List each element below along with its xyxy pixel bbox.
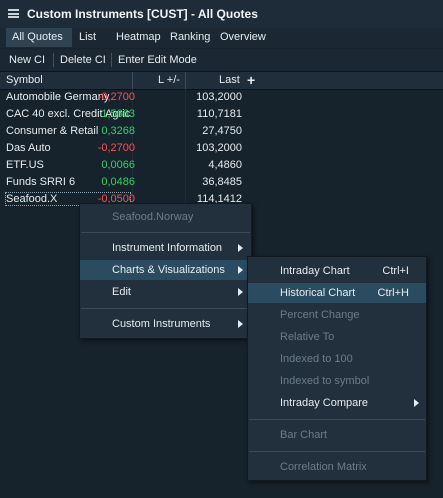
menu-item-bar-chart: Bar Chart <box>280 429 328 441</box>
change-cell: 0,0486 <box>101 176 135 188</box>
delete-ci-button[interactable]: Delete CI <box>60 53 106 67</box>
table-row[interactable]: ETF.US 0,0066 4,4860 <box>0 157 245 174</box>
edit-mode-button[interactable]: Enter Edit Mode <box>118 53 197 67</box>
toolbar-divider <box>111 53 112 67</box>
table-row[interactable]: Funds SRRI 6 0,0486 36,8485 <box>0 174 245 191</box>
context-menu: Seafood.Norway Instrument Information Ch… <box>79 203 252 339</box>
menu-item-intraday-chart[interactable]: Intraday Chart Ctrl+I <box>248 261 426 281</box>
last-price-cell: 27,4750 <box>202 125 242 137</box>
column-header-symbol[interactable]: Symbol <box>6 74 43 86</box>
window-title: Custom Instruments [CUST] - All Quotes <box>27 7 258 21</box>
table-row[interactable]: Consumer & Retail 0,3268 27,4750 <box>0 123 245 140</box>
tab-heatmap[interactable]: Heatmap <box>116 28 161 47</box>
chevron-right-icon <box>238 288 243 296</box>
column-header-change[interactable]: L +/- <box>158 74 180 86</box>
chevron-right-icon <box>414 399 419 407</box>
charts-submenu: Intraday Chart Ctrl+I Historical Chart C… <box>247 256 427 481</box>
menu-item-percent-change: Percent Change <box>280 309 360 321</box>
toolbar: New CI Delete CI Enter Edit Mode <box>0 49 443 72</box>
menu-divider <box>81 232 250 233</box>
change-cell: 0,3268 <box>101 125 135 137</box>
menu-item-instrument-information[interactable]: Instrument Information <box>80 238 251 258</box>
menu-item-edit[interactable]: Edit <box>80 282 251 302</box>
last-price-cell: 110,7181 <box>196 108 242 120</box>
column-divider[interactable] <box>132 72 133 89</box>
chevron-right-icon <box>238 320 243 328</box>
menu-item-intraday-compare[interactable]: Intraday Compare <box>248 393 426 413</box>
shortcut-label: Ctrl+H <box>377 287 409 299</box>
toolbar-divider <box>53 53 54 67</box>
table-row[interactable]: CAC 40 excl. Credit Agricole 1,5663 110,… <box>0 106 245 123</box>
last-price-cell: 103,2000 <box>196 142 242 154</box>
menu-item-relative-to: Relative To <box>280 331 335 343</box>
new-ci-button[interactable]: New CI <box>9 53 45 67</box>
last-price-cell: 4,4860 <box>208 159 242 171</box>
table-row[interactable]: Automobile Germany -0,2700 103,2000 <box>0 89 245 106</box>
change-cell: -0,2700 <box>97 91 135 103</box>
tab-ranking[interactable]: Ranking <box>170 28 210 47</box>
menu-divider <box>249 419 425 420</box>
change-cell: -0,2700 <box>97 142 135 154</box>
last-price-cell: 103,2000 <box>196 91 242 103</box>
column-header-last[interactable]: Last <box>219 74 240 86</box>
menu-item-historical-chart[interactable]: Historical Chart Ctrl+H <box>248 283 426 303</box>
menu-divider <box>249 451 425 452</box>
chevron-right-icon <box>238 266 243 274</box>
menu-item-indexed-to-100: Indexed to 100 <box>280 353 353 365</box>
add-column-plus-icon[interactable]: + <box>247 72 255 88</box>
last-price-cell: 36,8485 <box>202 176 242 188</box>
tab-overview[interactable]: Overview <box>220 28 266 47</box>
tab-list[interactable]: List <box>79 28 96 47</box>
table-row[interactable]: Das Auto -0,2700 103,2000 <box>0 140 245 157</box>
hamburger-menu-icon[interactable] <box>8 9 19 18</box>
menu-divider <box>81 308 250 309</box>
menu-item-correlation-matrix: Correlation Matrix <box>280 461 367 473</box>
tab-all-quotes[interactable]: All Quotes <box>6 28 72 47</box>
menu-item-custom-instruments[interactable]: Custom Instruments <box>80 314 251 334</box>
grid-header: Symbol L +/- Last + <box>0 72 443 90</box>
menu-item-indexed-to-symbol: Indexed to symbol <box>280 375 370 387</box>
menu-item-charts-visualizations[interactable]: Charts & Visualizations <box>80 260 251 280</box>
change-cell: 0,0066 <box>101 159 135 171</box>
change-cell: 1,5663 <box>101 108 135 120</box>
column-divider[interactable] <box>185 72 186 89</box>
shortcut-label: Ctrl+I <box>382 265 409 277</box>
menu-header-instrument: Seafood.Norway <box>112 211 194 223</box>
title-bar: Custom Instruments [CUST] - All Quotes <box>0 0 443 29</box>
tab-bar: All Quotes List Heatmap Ranking Overview <box>0 28 443 48</box>
chevron-right-icon <box>238 244 243 252</box>
